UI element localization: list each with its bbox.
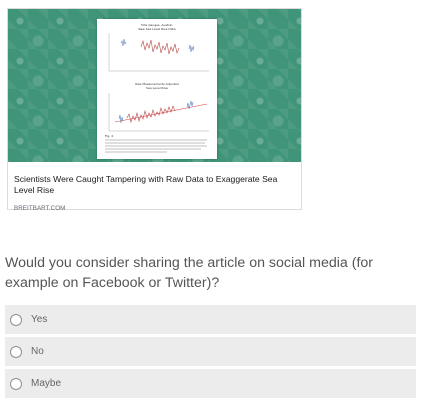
radio-yes[interactable] xyxy=(10,313,22,326)
figure-bottom-title-2: Sea Level Rise xyxy=(146,86,168,90)
article-source: BREITBART.COM xyxy=(14,205,66,212)
sea-level-figure: Tide Gauges, Austral. Raw Sea Level Rise… xyxy=(97,19,217,159)
figure-graphic: Tide Gauges, Austral. Raw Sea Level Rise… xyxy=(105,23,209,153)
figure-caption-lines xyxy=(105,139,207,153)
option-yes-label: Yes xyxy=(31,314,48,325)
figure-top-title-2: Raw Sea Level Rise Data xyxy=(138,27,175,31)
article-title[interactable]: Scientists Were Caught Tampering with Ra… xyxy=(14,174,294,196)
option-yes[interactable]: Yes xyxy=(5,305,416,334)
article-image[interactable]: Tide Gauges, Austral. Raw Sea Level Rise… xyxy=(8,9,301,162)
option-maybe[interactable]: Maybe xyxy=(5,369,416,398)
figure-bottom-panel xyxy=(108,93,209,132)
figure-top-panel xyxy=(108,33,209,72)
survey-question: Would you consider sharing the article o… xyxy=(5,255,374,291)
radio-maybe[interactable] xyxy=(10,377,22,390)
radio-no[interactable] xyxy=(10,345,22,358)
figure-caption-label: Fig. 4 xyxy=(105,134,113,138)
option-no-label: No xyxy=(31,346,44,357)
option-no[interactable]: No xyxy=(5,337,416,366)
article-card[interactable]: Tide Gauges, Austral. Raw Sea Level Rise… xyxy=(7,8,302,212)
option-maybe-label: Maybe xyxy=(31,378,62,389)
